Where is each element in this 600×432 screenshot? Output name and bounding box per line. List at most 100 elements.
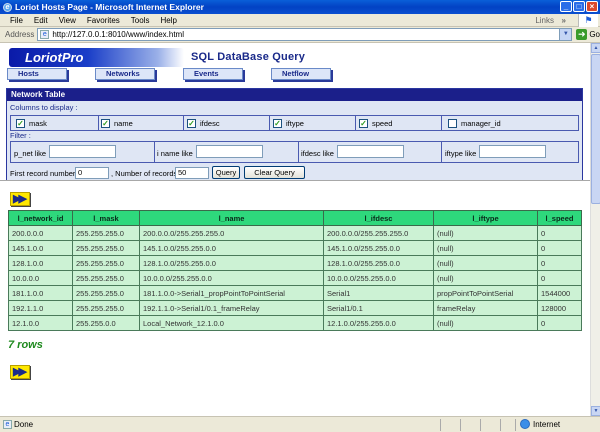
go-arrow-icon[interactable]: ➜ <box>576 29 588 40</box>
clear-query-button[interactable]: Clear Query <box>244 166 305 179</box>
query-button[interactable]: Query <box>212 166 240 179</box>
col-header[interactable]: l_ifdesc <box>323 210 434 226</box>
next-page-button[interactable]: ▶▶ <box>10 192 30 206</box>
table-row: 145.1.0.0 255.255.255.0 145.1.0.0/255.255.… <box>8 240 582 256</box>
filter-ifdesc-input[interactable] <box>337 145 404 158</box>
column-option-iftype[interactable]: ✓ iftype <box>273 119 304 128</box>
double-arrow-icon: ▶▶ <box>13 366 27 378</box>
col-header[interactable]: l_iftype <box>433 210 538 226</box>
menu-favorites[interactable]: Favorites <box>87 16 120 25</box>
table-cell: 145.1.0.0/255.255.0.0 <box>139 240 324 256</box>
table-cell: 255.255.0.0 <box>72 315 140 331</box>
zone-label: Internet <box>533 419 561 429</box>
table-row: 128.1.0.0 255.255.255.0 128.1.0.0/255.255.… <box>8 255 582 271</box>
table-cell: (null) <box>433 315 538 331</box>
table-cell: 255.255.255.0 <box>72 225 140 241</box>
table-cell: 255.255.255.0 <box>72 270 140 286</box>
first-record-input[interactable]: 0 <box>75 167 109 179</box>
checkbox-mask[interactable]: ✓ <box>16 119 25 128</box>
checkbox-name[interactable]: ✓ <box>101 119 110 128</box>
status-text: Done <box>14 420 34 429</box>
close-button[interactable]: × <box>586 1 598 12</box>
window-title: Loriot Hosts Page - Microsoft Internet E… <box>15 2 204 12</box>
menu-view[interactable]: View <box>59 16 76 25</box>
table-cell: 0 <box>537 225 582 241</box>
tab-netflow[interactable]: Netflow <box>271 68 331 80</box>
checkbox-ifdesc[interactable]: ✓ <box>187 119 196 128</box>
address-label: Address <box>5 30 35 39</box>
page-title: SQL DataBase Query <box>191 51 306 63</box>
table-row: 200.0.0.0 255.255.255.0 200.0.0.0/255.255.… <box>8 225 582 241</box>
minimize-button[interactable]: _ <box>560 1 572 12</box>
table-cell: 10.0.0.0 <box>8 270 73 286</box>
filter-pnet-label: p_net like <box>14 149 47 158</box>
table-cell: 0 <box>537 255 582 271</box>
menu-bar: File Edit View Favorites Tools Help Link… <box>0 14 600 27</box>
table-cell: 0 <box>537 240 582 256</box>
col-header[interactable]: l_name <box>139 210 324 226</box>
col-header[interactable]: l_speed <box>537 210 582 226</box>
double-arrow-icon: ▶▶ <box>13 193 27 205</box>
tab-events[interactable]: Events <box>183 68 243 80</box>
scroll-thumb[interactable] <box>591 54 600 204</box>
filter-iftype-input[interactable] <box>479 145 546 158</box>
column-option-name[interactable]: ✓ name <box>101 119 133 128</box>
network-table-panel: Network Table Columns to display : ✓ mask… <box>6 88 583 181</box>
menu-help[interactable]: Help <box>160 16 176 25</box>
filter-iname-input[interactable] <box>196 145 263 158</box>
menu-edit[interactable]: Edit <box>34 16 48 25</box>
page-icon: e <box>40 30 50 39</box>
chevron-icon[interactable]: » <box>562 16 566 25</box>
number-of-records-input[interactable]: 50 <box>175 167 209 179</box>
next-page-button-bottom[interactable]: ▶▶ <box>10 365 30 379</box>
table-cell: Serial1/0.1 <box>323 300 434 316</box>
columns-box: ✓ mask ✓ name ✓ ifdesc ✓ iftype ✓ speed manag… <box>10 115 579 131</box>
checkbox-manager-id[interactable] <box>448 119 457 128</box>
table-cell: 255.255.255.0 <box>72 240 140 256</box>
address-url[interactable]: http://127.0.0.1:8010/www/index.html <box>52 30 184 39</box>
table-cell: 1544000 <box>537 285 582 301</box>
first-record-label: First record number <box>10 169 76 178</box>
status-bar: e Done Internet <box>0 416 600 432</box>
filter-ifdesc-label: ifdesc like <box>301 149 334 158</box>
table-cell: (null) <box>433 270 538 286</box>
filter-iname-label: i name like <box>157 149 193 158</box>
table-cell: 12.1.0.0 <box>8 315 73 331</box>
column-option-ifdesc[interactable]: ✓ ifdesc <box>187 119 220 128</box>
column-option-manager-id[interactable]: manager_id <box>448 119 501 128</box>
go-label[interactable]: Go <box>589 30 600 39</box>
scroll-up-icon[interactable]: ▲ <box>591 43 600 53</box>
table-cell: propPointToPointSerial <box>433 285 538 301</box>
ie-icon: e <box>3 2 12 12</box>
filter-pnet-input[interactable] <box>49 145 116 158</box>
scroll-down-icon[interactable]: ▼ <box>591 406 600 416</box>
panel-title: Network Table <box>7 89 582 101</box>
address-dropdown-icon[interactable]: ▼ <box>559 29 572 40</box>
tab-hosts[interactable]: Hosts <box>7 68 67 80</box>
table-cell: 128000 <box>537 300 582 316</box>
divider <box>0 180 590 181</box>
menu-file[interactable]: File <box>10 16 23 25</box>
window-titlebar: e Loriot Hosts Page - Microsoft Internet… <box>0 0 600 14</box>
address-input[interactable]: e http://127.0.0.1:8010/www/index.html ▼ <box>37 28 573 41</box>
links-toolbar[interactable]: Links <box>535 16 554 25</box>
column-option-speed[interactable]: ✓ speed <box>359 119 392 128</box>
col-header[interactable]: l_network_id <box>8 210 73 226</box>
address-bar: Address e http://127.0.0.1:8010/www/inde… <box>0 27 600 43</box>
vertical-scrollbar[interactable]: ▲ ▼ <box>590 43 600 416</box>
table-cell: 12.1.0.0/255.255.0.0 <box>323 315 434 331</box>
column-option-mask[interactable]: ✓ mask <box>16 119 47 128</box>
table-cell: 145.1.0.0/255.255.0.0 <box>323 240 434 256</box>
table-row: 192.1.1.0 255.255.255.0 192.1.1.0->Serial1… <box>8 300 582 316</box>
tab-networks[interactable]: Networks <box>95 68 155 80</box>
checkbox-iftype[interactable]: ✓ <box>273 119 282 128</box>
table-cell: 181.1.0.0->Serial1_propPointToPointSeria… <box>139 285 324 301</box>
loriotpro-logo: LoriotPro <box>9 48 184 67</box>
menu-tools[interactable]: Tools <box>131 16 150 25</box>
page-status-icon: e <box>3 420 12 429</box>
col-header[interactable]: l_mask <box>72 210 140 226</box>
go-button[interactable]: ➜ Go <box>576 29 600 40</box>
maximize-button[interactable]: □ <box>573 1 585 12</box>
columns-label: Columns to display : <box>10 103 78 112</box>
checkbox-speed[interactable]: ✓ <box>359 119 368 128</box>
